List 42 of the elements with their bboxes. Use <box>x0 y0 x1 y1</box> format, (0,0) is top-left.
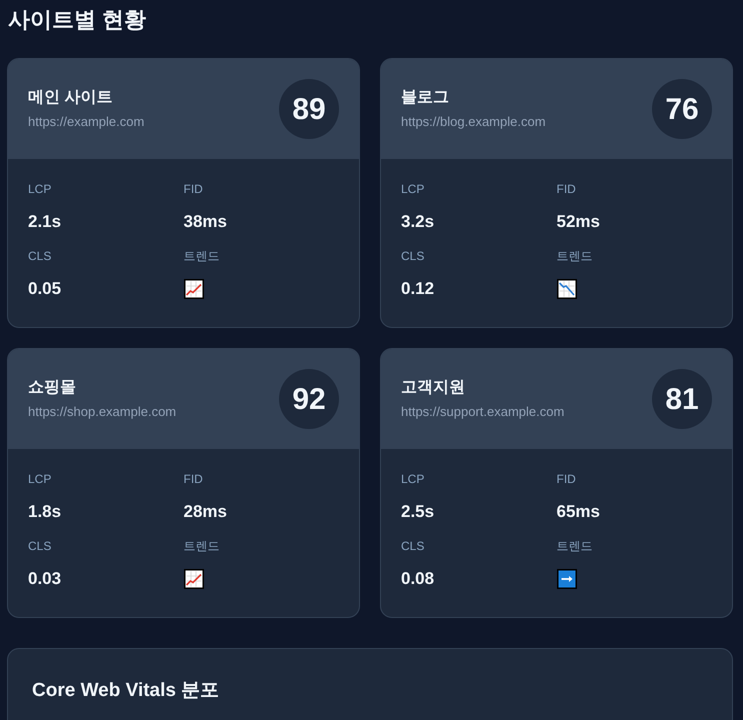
metric-label: LCP <box>28 181 52 197</box>
trend-label: 트렌드 <box>556 538 592 554</box>
section-title: 사이트별 현황 <box>8 6 146 34</box>
metric-value: 28ms <box>184 501 227 523</box>
metric-value: 3.2s <box>401 211 434 233</box>
metric-label: CLS <box>28 248 52 264</box>
site-name: 쇼핑몰 <box>28 378 76 398</box>
score-badge: 92 <box>279 369 339 429</box>
trend-label: 트렌드 <box>556 248 592 264</box>
metric-label: LCP <box>401 471 424 487</box>
metric-label: LCP <box>28 471 52 487</box>
score-badge: 89 <box>279 79 339 139</box>
trend-label: 트렌드 <box>184 248 220 264</box>
metric-value: 0.12 <box>401 278 434 300</box>
metric-value: 0.08 <box>401 568 434 590</box>
metric-label: FID <box>184 471 203 487</box>
metric-label: CLS <box>401 248 424 264</box>
metric-label: FID <box>556 181 576 197</box>
score-badge: 76 <box>652 79 712 139</box>
metric-label: CLS <box>401 538 424 554</box>
metric-value: 0.03 <box>28 568 62 590</box>
trend-label: 트렌드 <box>184 538 220 554</box>
site-url: https://example.com <box>28 113 144 131</box>
metric-value: 1.8s <box>28 501 62 523</box>
metric-value: 0.05 <box>28 278 62 300</box>
metric-value: 65ms <box>556 501 600 523</box>
metric-label: FID <box>184 181 203 197</box>
score-badge: 81 <box>652 369 712 429</box>
site-name: 메인 사이트 <box>28 88 112 108</box>
metric-value: 38ms <box>184 211 227 233</box>
site-url: https://shop.example.com <box>28 403 176 421</box>
metric-value: 52ms <box>556 211 600 233</box>
site-url: https://support.example.com <box>401 403 564 421</box>
site-name: 고객지원 <box>401 378 465 398</box>
metric-label: LCP <box>401 181 424 197</box>
metric-value: 2.5s <box>401 501 434 523</box>
site-name: 블로그 <box>401 88 449 108</box>
card-title: Core Web Vitals 분포 <box>32 679 220 703</box>
site-url: https://blog.example.com <box>401 113 546 131</box>
metric-label: FID <box>556 471 576 487</box>
metric-label: CLS <box>28 538 52 554</box>
metric-value: 2.1s <box>28 211 62 233</box>
